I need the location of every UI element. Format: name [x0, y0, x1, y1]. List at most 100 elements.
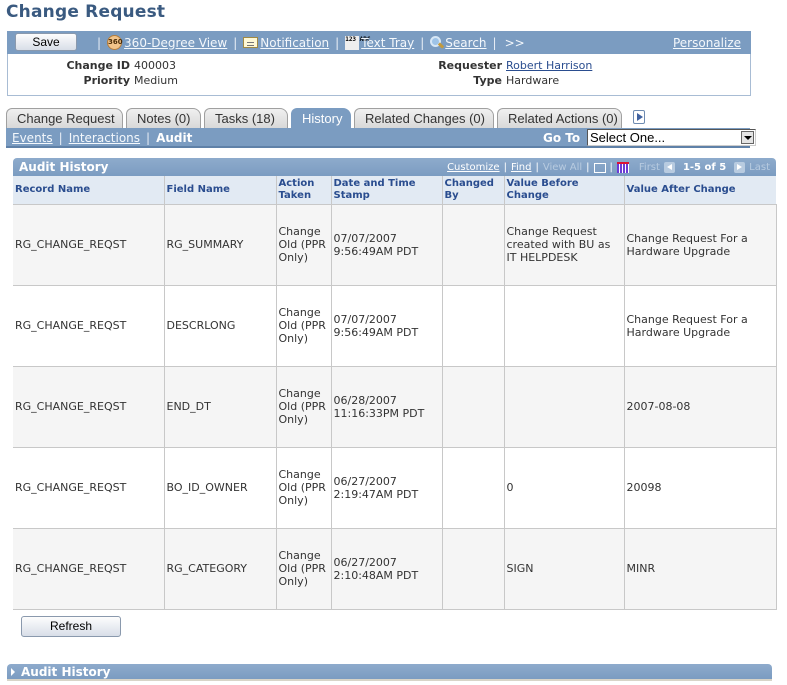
360-icon: 360: [107, 35, 123, 50]
separator: |: [233, 35, 238, 50]
cell-value-after: Change Request For a Hardware Upgrade: [623, 284, 777, 367]
grid-title: Audit History: [19, 160, 109, 174]
cell-changed-by: [441, 284, 505, 367]
cell-changed-by: [441, 365, 505, 448]
refresh-button[interactable]: Refresh: [21, 616, 121, 637]
audit-history-grid: Audit History Customize | Find | View Al…: [13, 158, 777, 610]
type-value: Hardware: [506, 74, 560, 87]
table-row: RG_CHANGE_REQST RG_CATEGORY Change Old (…: [13, 527, 777, 610]
find-link[interactable]: Find: [511, 162, 532, 173]
requester-link[interactable]: Robert Harrison: [506, 59, 592, 72]
col-changed-by[interactable]: Changed By: [441, 176, 504, 205]
grid-navigation: Customize | Find | View All | | First 1-…: [447, 162, 770, 173]
cell-changed-by: [441, 203, 505, 286]
separator: |: [420, 35, 425, 50]
separator: |: [492, 35, 497, 50]
more-toolbar-button[interactable]: >>: [505, 36, 525, 50]
cell-record-name: RG_CHANGE_REQST: [13, 365, 165, 448]
tab-notes[interactable]: Notes (0): [126, 108, 201, 128]
change-id-label: Change ID: [66, 59, 130, 72]
tab-related-actions[interactable]: Related Actions (0): [497, 108, 622, 128]
last-link: Last: [749, 162, 770, 173]
cell-value-after: MINR: [623, 527, 777, 610]
cell-action-taken: Change Old (PPR Only): [275, 203, 332, 286]
requester-row: Requester Robert Harrison: [388, 59, 592, 72]
cell-value-before: Change Request created with BU as IT HEL…: [503, 203, 625, 286]
tab-change-request[interactable]: Change Request: [6, 108, 123, 128]
tab-history[interactable]: History: [291, 108, 351, 128]
tab-bar: Change Request Notes (0) Tasks (18) Hist…: [6, 108, 625, 128]
audit-table: Record Name Field Name Action Taken Date…: [13, 176, 777, 610]
separator: |: [58, 131, 63, 145]
customize-link[interactable]: Customize: [447, 162, 500, 173]
cell-value-before: [503, 365, 625, 448]
cell-changed-by: [441, 446, 505, 529]
cell-date-time: 06/27/2007 2:10:48AM PDT: [330, 527, 443, 610]
chevron-down-icon[interactable]: [741, 131, 754, 144]
search-icon: [430, 36, 443, 49]
save-button[interactable]: Save: [15, 33, 77, 51]
separator: |: [335, 35, 340, 50]
cell-date-time: 06/27/2007 2:19:47AM PDT: [330, 446, 443, 529]
separator: |: [503, 162, 507, 173]
cell-record-name: RG_CHANGE_REQST: [13, 446, 165, 529]
cell-action-taken: Change Old (PPR Only): [275, 284, 332, 367]
download-to-excel-icon[interactable]: [616, 162, 629, 173]
separator: |: [535, 162, 539, 173]
priority-value: Medium: [134, 74, 178, 87]
toolbar: Save | 360 360-Degree View | Notificatio…: [7, 31, 751, 54]
cell-field-name: END_DT: [163, 365, 277, 448]
audit-history-collapsed-section[interactable]: Audit History: [7, 664, 772, 681]
personalize-link[interactable]: Personalize: [673, 36, 741, 50]
cell-value-before: 0: [503, 446, 625, 529]
notification-icon: [243, 37, 259, 48]
cell-field-name: RG_SUMMARY: [163, 203, 277, 286]
change-id-value: 400003: [134, 59, 176, 72]
tab-tasks[interactable]: Tasks (18): [204, 108, 288, 128]
cell-date-time: 06/28/2007 11:16:33PM PDT: [330, 365, 443, 448]
page-title: Change Request: [6, 2, 166, 22]
tab-related-changes[interactable]: Related Changes (0): [354, 108, 494, 128]
col-value-after[interactable]: Value After Change: [623, 176, 776, 205]
row-range: 1-5 of 5: [682, 162, 727, 173]
separator: |: [97, 35, 102, 50]
change-request-header: Change ID 400003 Priority Medium Requester…: [7, 54, 751, 96]
table-row: RG_CHANGE_REQST END_DT Change Old (PPR O…: [13, 365, 777, 448]
type-label: Type: [473, 74, 502, 87]
col-action-taken[interactable]: Action Taken: [275, 176, 331, 205]
separator: |: [146, 131, 151, 145]
360-degree-view-link[interactable]: 360-Degree View: [124, 36, 227, 50]
cell-field-name: BO_ID_OWNER: [163, 446, 277, 529]
next-arrow-icon: [734, 162, 746, 173]
expand-arrow-icon[interactable]: [11, 668, 15, 676]
table-row: RG_CHANGE_REQST RG_SUMMARY Change Old (P…: [13, 203, 777, 286]
search-link[interactable]: Search: [445, 36, 486, 50]
cell-value-after: 2007-08-08: [623, 365, 777, 448]
change-id-row: Change ID 400003: [8, 59, 176, 72]
cell-record-name: RG_CHANGE_REQST: [13, 527, 165, 610]
col-value-before[interactable]: Value Before Change: [503, 176, 624, 205]
cell-date-time: 07/07/2007 9:56:49AM PDT: [330, 284, 443, 367]
col-record-name[interactable]: Record Name: [13, 176, 164, 205]
view-all-link: View All: [542, 162, 583, 173]
text-tray-icon: 123 ABC: [345, 35, 371, 50]
cell-value-after: Change Request For a Hardware Upgrade: [623, 203, 777, 286]
cell-field-name: RG_CATEGORY: [163, 527, 277, 610]
cell-value-after: 20098: [623, 446, 777, 529]
col-date-time-stamp[interactable]: Date and Time Stamp: [330, 176, 442, 205]
col-field-name[interactable]: Field Name: [163, 176, 276, 205]
new-window-icon[interactable]: [593, 162, 606, 173]
goto-select[interactable]: Select One...: [587, 129, 756, 146]
cell-field-name: DESCRLONG: [163, 284, 277, 367]
events-link[interactable]: Events: [12, 131, 53, 145]
tab-scroll-right-icon[interactable]: [633, 110, 645, 124]
collapsed-section-title: Audit History: [21, 665, 111, 679]
cell-changed-by: [441, 527, 505, 610]
table-row: RG_CHANGE_REQST BO_ID_OWNER Change Old (…: [13, 446, 777, 529]
text-tray-link[interactable]: Text Tray: [361, 36, 414, 50]
notification-link[interactable]: Notification: [260, 36, 329, 50]
grid-header-bar: Audit History Customize | Find | View Al…: [13, 158, 776, 176]
interactions-link[interactable]: Interactions: [69, 131, 140, 145]
priority-row: Priority Medium: [8, 74, 178, 87]
cell-action-taken: Change Old (PPR Only): [275, 365, 332, 448]
